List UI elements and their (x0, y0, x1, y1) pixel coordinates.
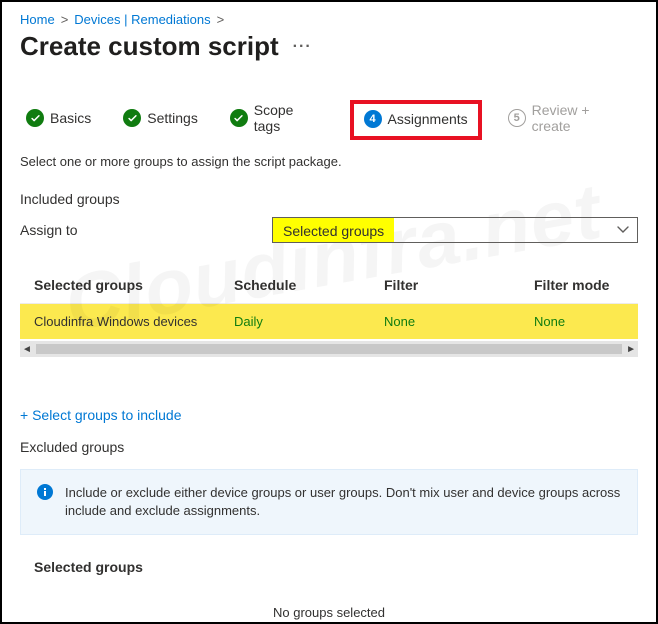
info-icon (37, 484, 53, 500)
check-icon (123, 109, 141, 127)
horizontal-scrollbar[interactable]: ◄ ► (20, 341, 638, 357)
step-label: Settings (147, 110, 198, 126)
check-icon (230, 109, 248, 127)
included-groups-heading: Included groups (20, 191, 638, 207)
instruction-text: Select one or more groups to assign the … (20, 154, 638, 169)
breadcrumb-devices[interactable]: Devices | Remediations (74, 12, 210, 27)
assign-to-label: Assign to (20, 222, 272, 238)
excluded-groups-heading: Excluded groups (20, 439, 638, 455)
breadcrumb: Home > Devices | Remediations > (20, 12, 638, 27)
cell-filter[interactable]: None (384, 314, 534, 329)
scrollbar-thumb[interactable] (36, 344, 622, 354)
cell-schedule[interactable]: Daily (234, 314, 384, 329)
more-actions-icon[interactable]: ··· (293, 38, 312, 56)
no-groups-selected-text: No groups selected (20, 605, 638, 620)
breadcrumb-separator: > (61, 12, 69, 27)
info-text: Include or exclude either device groups … (65, 484, 621, 520)
col-selected-groups: Selected groups (34, 277, 234, 293)
page-title-text: Create custom script (20, 31, 279, 62)
included-table-header: Selected groups Schedule Filter Filter m… (20, 267, 638, 304)
col-filter-mode: Filter mode (534, 277, 624, 293)
page-title: Create custom script ··· (20, 31, 638, 62)
step-label: Assignments (388, 111, 468, 127)
scroll-right-icon[interactable]: ► (626, 344, 636, 355)
step-number-icon: 4 (364, 110, 382, 128)
col-filter: Filter (384, 277, 534, 293)
col-schedule: Schedule (234, 277, 384, 293)
info-message: Include or exclude either device groups … (20, 469, 638, 535)
cell-filter-mode[interactable]: None (534, 314, 624, 329)
step-label: Scope tags (254, 102, 324, 134)
table-row[interactable]: Cloudinfra Windows devices Daily None No… (20, 304, 638, 339)
assign-to-value: Selected groups (273, 218, 394, 242)
excluded-selected-groups-heading: Selected groups (20, 559, 638, 575)
step-label: Review + create (532, 102, 632, 134)
cell-group-name: Cloudinfra Windows devices (34, 314, 234, 329)
assign-to-row: Assign to Selected groups (20, 217, 638, 243)
breadcrumb-separator: > (217, 12, 225, 27)
scroll-left-icon[interactable]: ◄ (22, 344, 32, 355)
select-groups-to-include-link[interactable]: + Select groups to include (20, 407, 638, 423)
step-basics[interactable]: Basics (20, 103, 97, 137)
check-icon (26, 109, 44, 127)
chevron-down-icon (617, 224, 629, 236)
wizard-steps: Basics Settings Scope tags 4 Assignments… (20, 96, 638, 144)
step-scope-tags[interactable]: Scope tags (224, 96, 330, 144)
step-settings[interactable]: Settings (117, 103, 204, 137)
step-review-create: 5 Review + create (502, 96, 638, 144)
step-label: Basics (50, 110, 91, 126)
breadcrumb-home[interactable]: Home (20, 12, 55, 27)
step-number-icon: 5 (508, 109, 526, 127)
step-assignments[interactable]: 4 Assignments (350, 100, 482, 140)
assign-to-dropdown[interactable]: Selected groups (272, 217, 638, 243)
